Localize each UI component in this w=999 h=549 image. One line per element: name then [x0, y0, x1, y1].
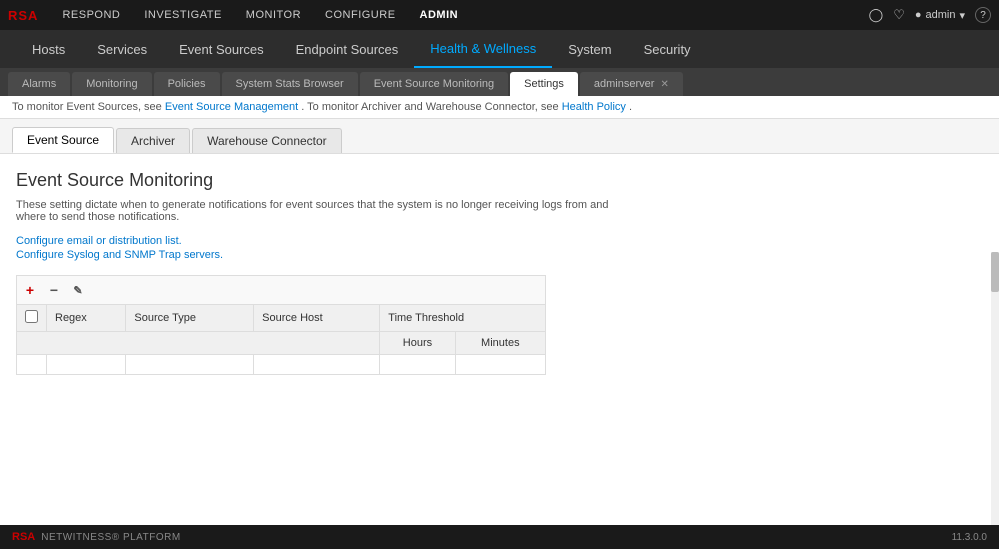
admin-menu[interactable]: ● admin ▾	[915, 9, 965, 22]
user-icon: ●	[915, 9, 922, 21]
footer: RSA NETWITNESS® PLATFORM 11.3.0.0	[0, 525, 999, 549]
tab-adminserver-label: adminserver	[594, 78, 655, 90]
col-minutes: Minutes	[455, 332, 545, 355]
nav-event-sources[interactable]: Event Sources	[163, 30, 280, 68]
page-title: Event Source Monitoring	[16, 170, 983, 191]
tab-settings[interactable]: Settings	[510, 72, 578, 96]
tab-policies[interactable]: Policies	[154, 72, 220, 96]
col-source-type: Source Type	[126, 305, 254, 332]
select-all-checkbox[interactable]	[25, 310, 38, 323]
nav-health-wellness[interactable]: Health & Wellness	[414, 30, 552, 68]
footer-version: 11.3.0.0	[952, 532, 987, 543]
nav-configure[interactable]: CONFIGURE	[313, 0, 408, 30]
top-nav: RSA RESPOND INVESTIGATE MONITOR CONFIGUR…	[0, 0, 999, 30]
footer-product-name: NETWITNESS® PLATFORM	[41, 532, 180, 543]
tab-bar: Alarms Monitoring Policies System Stats …	[0, 68, 999, 96]
sub-tab-archiver[interactable]: Archiver	[116, 128, 190, 153]
empty-cell-5	[380, 355, 455, 375]
remove-button[interactable]: −	[45, 281, 63, 299]
col-time-threshold: Time Threshold	[380, 305, 546, 332]
empty-cell-2	[47, 355, 126, 375]
rsa-logo: RSA	[8, 8, 38, 23]
health-policy-link[interactable]: Health Policy	[562, 101, 626, 113]
bell-icon[interactable]: ♡	[893, 7, 905, 23]
second-nav: Hosts Services Event Sources Endpoint So…	[0, 30, 999, 68]
footer-brand: RSA NETWITNESS® PLATFORM	[12, 531, 181, 543]
nav-hosts[interactable]: Hosts	[16, 30, 81, 68]
sub-tab-warehouse-connector[interactable]: Warehouse Connector	[192, 128, 342, 153]
info-bar: To monitor Event Sources, see Event Sour…	[0, 96, 999, 119]
main-content: Event Source Monitoring These setting di…	[0, 154, 999, 525]
tab-alarms[interactable]: Alarms	[8, 72, 70, 96]
col-group-empty	[17, 332, 380, 355]
nav-system[interactable]: System	[552, 30, 627, 68]
empty-cell-3	[126, 355, 254, 375]
admin-label: admin	[926, 9, 956, 21]
nav-investigate[interactable]: INVESTIGATE	[132, 0, 233, 30]
tab-monitoring[interactable]: Monitoring	[72, 72, 151, 96]
admin-dropdown-icon: ▾	[959, 9, 965, 22]
event-source-management-link[interactable]: Event Source Management	[165, 101, 298, 113]
help-button[interactable]: ?	[975, 7, 991, 23]
nav-security[interactable]: Security	[628, 30, 707, 68]
sub-tab-event-source[interactable]: Event Source	[12, 127, 114, 153]
tab-adminserver[interactable]: adminserver ✕	[580, 72, 683, 96]
edit-button[interactable]: ✎	[69, 281, 87, 299]
info-middle: . To monitor Archiver and Warehouse Conn…	[301, 101, 558, 113]
scroll-thumb[interactable]	[991, 252, 999, 292]
tab-system-stats[interactable]: System Stats Browser	[222, 72, 358, 96]
empty-cell-1	[17, 355, 47, 375]
info-prefix: To monitor Event Sources, see	[12, 101, 162, 113]
add-button[interactable]: +	[21, 281, 39, 299]
footer-logo: RSA	[12, 531, 35, 543]
col-regex: Regex	[47, 305, 126, 332]
info-suffix: .	[629, 101, 632, 113]
scrollbar[interactable]	[991, 252, 999, 525]
table-row	[17, 355, 546, 375]
clock-icon[interactable]: ◯	[869, 7, 884, 23]
config-syslog-link[interactable]: Configure Syslog and SNMP Trap servers.	[16, 249, 983, 261]
empty-cell-4	[254, 355, 380, 375]
nav-services[interactable]: Services	[81, 30, 163, 68]
data-table: Regex Source Type Source Host Time Thres…	[16, 304, 546, 375]
page-description: These setting dictate when to generate n…	[16, 199, 616, 223]
nav-admin[interactable]: ADMIN	[408, 0, 471, 30]
config-email-link[interactable]: Configure email or distribution list.	[16, 235, 983, 247]
help-icon: ?	[980, 10, 986, 21]
col-hours: Hours	[380, 332, 455, 355]
col-checkbox	[17, 305, 47, 332]
tab-event-source-monitoring[interactable]: Event Source Monitoring	[360, 72, 508, 96]
rsa-logo-text: RSA	[8, 8, 38, 23]
empty-cell-6	[455, 355, 545, 375]
toolbar: + − ✎	[16, 275, 546, 304]
col-source-host: Source Host	[254, 305, 380, 332]
nav-monitor[interactable]: MONITOR	[234, 0, 313, 30]
nav-endpoint-sources[interactable]: Endpoint Sources	[280, 30, 415, 68]
top-nav-icons: ◯ ♡ ● admin ▾ ?	[869, 7, 991, 23]
nav-respond[interactable]: RESPOND	[50, 0, 132, 30]
sub-tab-bar: Event Source Archiver Warehouse Connecto…	[0, 119, 999, 154]
tab-adminserver-close[interactable]: ✕	[660, 79, 668, 90]
config-links: Configure email or distribution list. Co…	[16, 235, 983, 261]
